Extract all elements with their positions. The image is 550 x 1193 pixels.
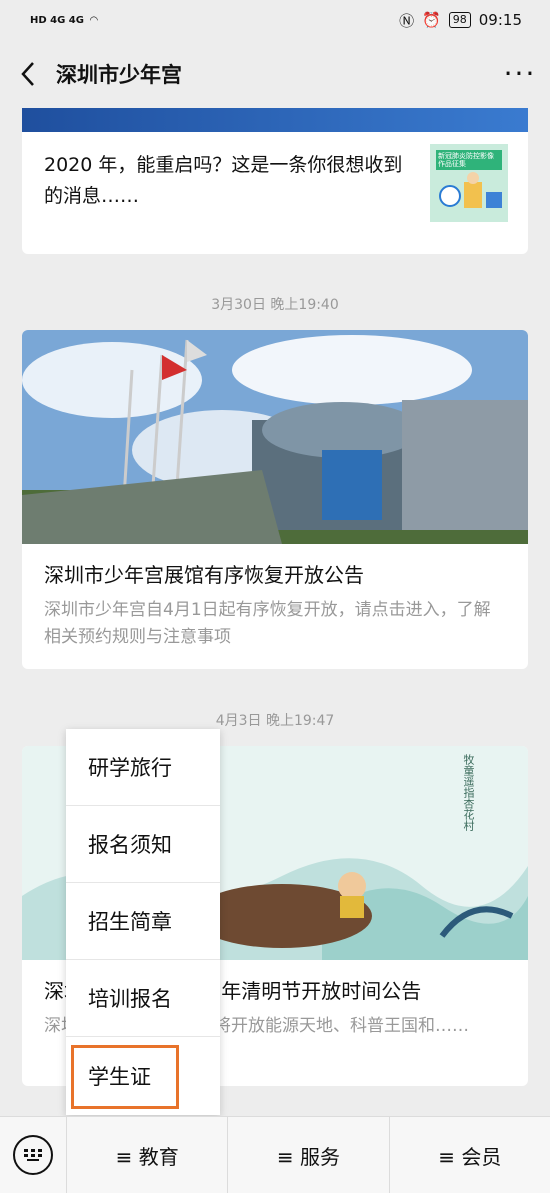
battery-indicator: 98 [448,12,471,28]
status-bar: HD 4G 4G ◠ Ⓝ ⏰ 98 09:15 [0,0,550,40]
menu-tab-services[interactable]: ≡ 服务 [228,1117,390,1193]
timestamp: 4月3日 晚上19:47 [215,713,335,729]
back-button[interactable] [0,40,56,108]
article-title: 2020 年，能重启吗？这是一条你很想收到的消息…… [44,154,403,207]
article-title: 深圳市少年宫展馆有序恢复开放公告 [44,563,364,587]
wifi-icon: ◠ [89,14,98,26]
menu-item-study-tour[interactable]: 研学旅行 [66,729,220,806]
keyboard-icon [13,1135,53,1175]
menu-item-training-signup[interactable]: 培训报名 [66,960,220,1037]
timestamp: 3月30日 晚上19:40 [211,297,339,313]
article-cover [22,330,528,544]
nfc-icon: Ⓝ [399,11,415,30]
menu-tab-membership[interactable]: ≡ 会员 [390,1117,550,1193]
menu-tab-education[interactable]: ≡ 教育 [67,1117,229,1193]
exhibition-hall-photo [22,330,528,544]
status-left: HD 4G 4G ◠ [0,15,98,26]
bottom-menu-bar: ≡ 教育 ≡ 服务 ≡ 会员 [0,1116,550,1193]
highlight-box [71,1045,179,1109]
article-card-2[interactable]: 深圳市少年宫展馆有序恢复开放公告 深圳市少年宫自4月1日起有序恢复开放，请点击进… [22,330,528,669]
keyboard-toggle-button[interactable] [0,1117,67,1193]
article-cover-partial [22,108,528,132]
chevron-left-icon [21,62,34,86]
article-thumbnail: 新冠肺炎防控影像作品征集 [430,144,508,222]
article-description: 深圳市少年宫自4月1日起有序恢复开放，请点击进入，了解相关预约规则与注意事项 [44,600,491,647]
more-options-button[interactable]: ··· [490,60,550,88]
thumbnail-caption: 新冠肺炎防控影像作品征集 [438,152,494,168]
signal-indicators: HD 4G 4G [30,14,84,26]
status-right: Ⓝ ⏰ 98 09:15 [399,10,550,31]
poem-text: 牧童遥指杏花村 [462,754,475,831]
menu-item-registration-notice[interactable]: 报名须知 [66,806,220,883]
page-title: 深圳市少年宫 [56,63,182,87]
nav-bar: 深圳市少年宫 ··· [0,40,550,108]
menu-item-admission-brochure[interactable]: 招生简章 [66,883,220,960]
article-card-1[interactable]: 2020 年，能重启吗？这是一条你很想收到的消息…… 新冠肺炎防控影像作品征集 [22,108,528,254]
more-icon: ··· [503,57,537,90]
clock: 09:15 [478,11,522,29]
alarm-icon: ⏰ [422,11,441,29]
